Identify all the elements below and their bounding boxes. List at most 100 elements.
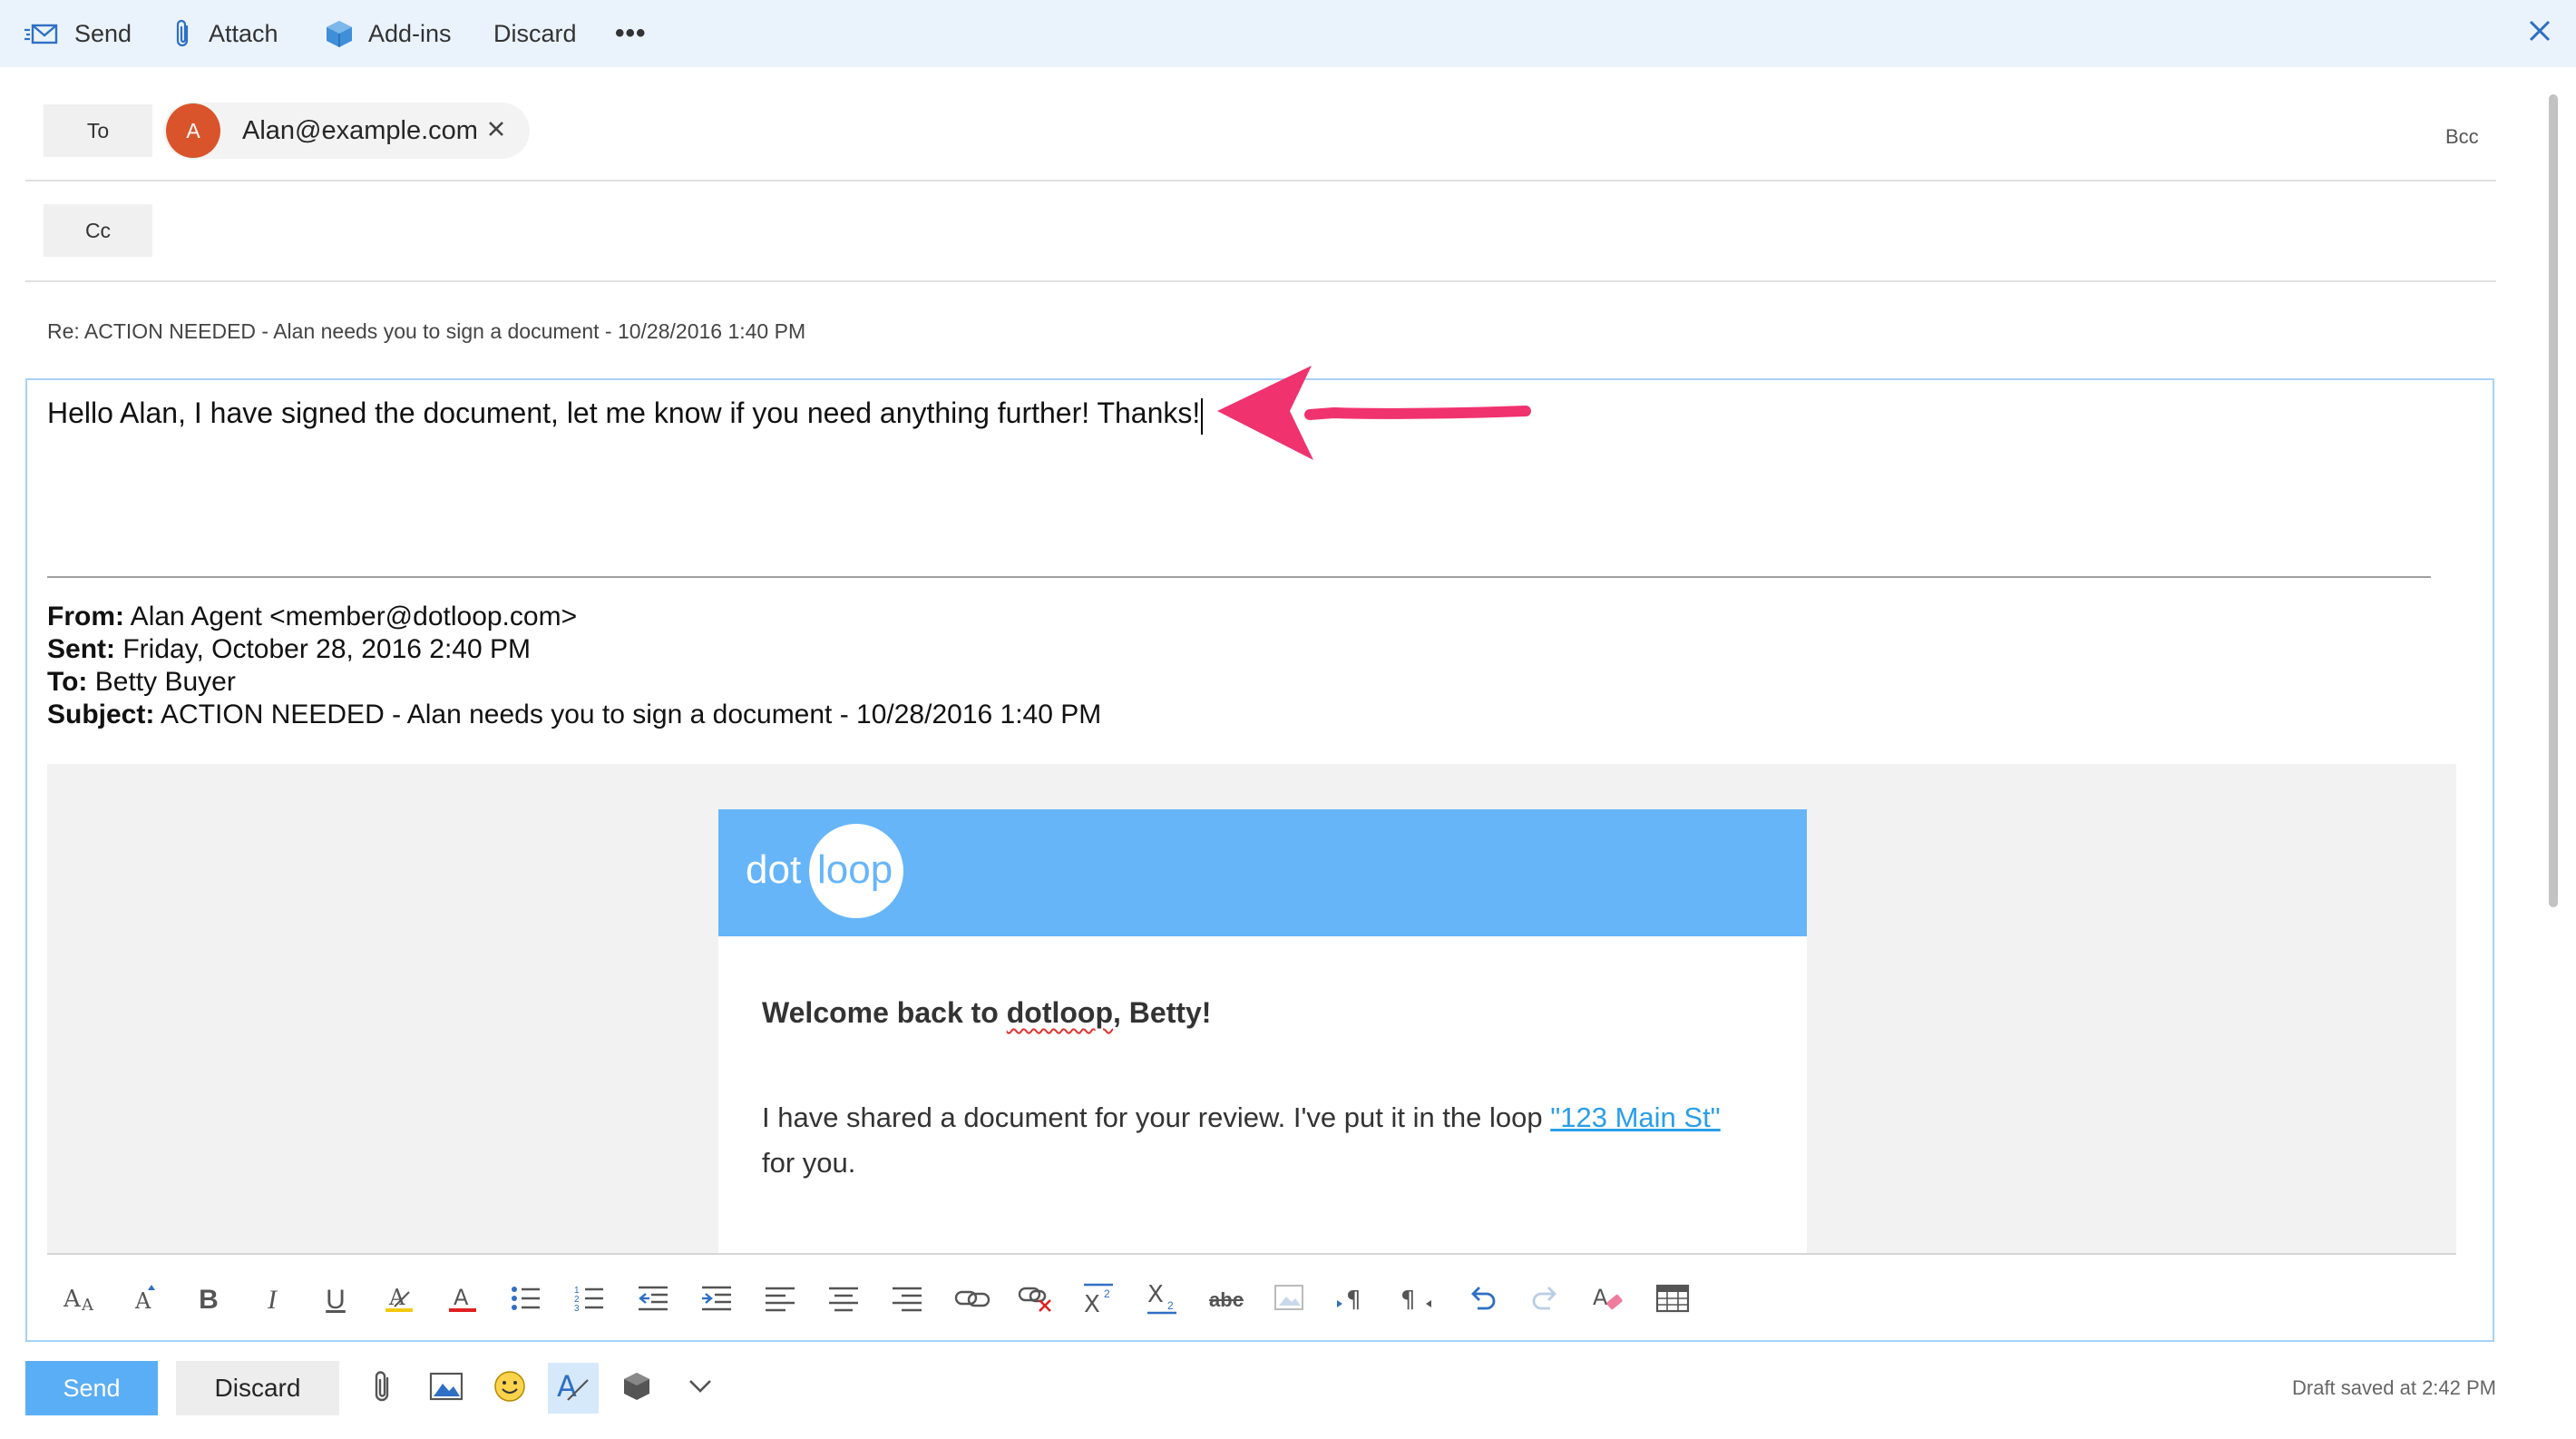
message-paragraph: I have shared a document for your review… (762, 1101, 1721, 1134)
addins-button[interactable] (611, 1363, 662, 1414)
paragraph-text: I have shared a document for your review… (762, 1101, 1551, 1133)
insert-table-button[interactable] (1649, 1277, 1696, 1324)
subject-header-label: Subject: (47, 700, 155, 729)
bold-icon: B (199, 1285, 219, 1315)
send-button-label: Send (63, 1374, 121, 1402)
clear-formatting-button[interactable]: A (1586, 1277, 1633, 1324)
dotloop-header-banner: dot loop (718, 809, 1807, 936)
redo-icon (1530, 1285, 1561, 1317)
chevron-down-icon (688, 1379, 712, 1398)
close-icon (2529, 20, 2551, 46)
clear-formatting-icon: A (1591, 1283, 1627, 1318)
discard-command-label: Discard (493, 19, 577, 47)
to-header-value: Betty Buyer (87, 667, 236, 697)
insert-table-icon (1655, 1284, 1690, 1317)
numbering-button[interactable]: 123 (566, 1277, 613, 1324)
align-center-icon (827, 1285, 860, 1317)
superscript-button[interactable]: X2 (1076, 1277, 1123, 1324)
decrease-indent-icon (637, 1284, 669, 1317)
addins-command-label: Add-ins (368, 19, 452, 47)
rtl-button[interactable]: ¶ (1393, 1277, 1440, 1324)
discard-button-label: Discard (214, 1374, 301, 1402)
svg-text:2: 2 (1167, 1299, 1174, 1312)
underline-icon: U (326, 1285, 346, 1315)
typed-reply-text: Hello Alan, I have signed the document, … (47, 396, 1201, 429)
picture-icon (429, 1372, 463, 1405)
format-text-button[interactable]: A (548, 1363, 599, 1414)
cc-label: Cc (84, 218, 112, 242)
grow-font-button[interactable]: A (123, 1277, 171, 1324)
to-button[interactable]: To (44, 104, 152, 157)
more-options-button[interactable]: ••• (615, 0, 647, 67)
svg-text:X: X (1084, 1291, 1100, 1314)
numbering-icon: 123 (574, 1284, 605, 1317)
align-left-button[interactable] (756, 1277, 804, 1324)
bold-button[interactable]: B (185, 1277, 232, 1324)
subject-field[interactable]: Re: ACTION NEEDED - Alan needs you to si… (47, 319, 805, 344)
superscript-icon: X2 (1082, 1283, 1117, 1318)
send-command-label: Send (74, 19, 132, 47)
insert-link-icon (954, 1286, 990, 1316)
highlight-button[interactable]: A (376, 1277, 423, 1324)
align-right-button[interactable] (883, 1277, 931, 1324)
bullets-button[interactable] (503, 1277, 550, 1324)
remove-recipient-button[interactable] (483, 117, 510, 144)
svg-text:A: A (1593, 1285, 1608, 1310)
font-color-button[interactable]: A (439, 1277, 486, 1324)
svg-text:A: A (134, 1288, 151, 1314)
draft-status: Draft saved at 2:42 PM (2292, 1376, 2496, 1399)
undo-button[interactable] (1459, 1277, 1506, 1324)
insert-inline-image-button[interactable] (1266, 1277, 1313, 1324)
addins-command[interactable]: Add-ins (325, 0, 452, 67)
close-button[interactable] (2516, 9, 2563, 56)
addins-icon (621, 1371, 652, 1406)
recipient-chip[interactable]: A Alan@example.com (163, 103, 530, 159)
paperclip-icon (371, 1369, 395, 1408)
svg-text:¶: ¶ (1400, 1287, 1416, 1313)
message-body-editor[interactable]: Hello Alan, I have signed the document, … (25, 378, 2494, 1342)
emoji-button[interactable] (484, 1363, 535, 1414)
divider (25, 180, 2496, 181)
svg-text:A: A (557, 1369, 577, 1404)
cc-button[interactable]: Cc (44, 204, 152, 257)
bcc-link[interactable]: Bcc (2445, 125, 2479, 149)
remove-link-button[interactable] (1012, 1277, 1059, 1324)
paragraph-text-continued: for you. (762, 1147, 856, 1179)
quoted-subject-line: Subject: ACTION NEEDED - Alan needs you … (47, 700, 1101, 730)
attach-command[interactable]: Attach (172, 0, 278, 67)
font-size-button[interactable]: AA (58, 1277, 105, 1324)
discard-command[interactable]: Discard (493, 0, 577, 67)
scrollbar-thumb[interactable] (2549, 94, 2558, 907)
svg-text:A: A (63, 1286, 82, 1313)
strikethrough-button[interactable]: abc (1203, 1277, 1250, 1324)
insert-picture-button[interactable] (421, 1363, 472, 1414)
annotation-arrow (1217, 366, 1531, 460)
discard-button[interactable]: Discard (176, 1361, 339, 1415)
align-center-button[interactable] (820, 1277, 867, 1324)
ltr-button[interactable]: ¶ (1330, 1277, 1377, 1324)
align-left-icon (764, 1285, 796, 1317)
insert-link-button[interactable] (949, 1277, 996, 1324)
to-header-label: To: (47, 667, 88, 697)
loop-link[interactable]: "123 Main St" (1550, 1101, 1720, 1133)
attach-button[interactable] (357, 1363, 408, 1414)
send-button[interactable]: Send (25, 1361, 158, 1415)
text-cursor (1201, 398, 1203, 435)
rtl-icon: ¶ (1399, 1284, 1435, 1317)
welcome-heading: Welcome back to dotloop, Betty! (762, 996, 1211, 1030)
increase-indent-button[interactable] (693, 1277, 740, 1324)
highlight-icon: A (384, 1283, 415, 1318)
redo-button[interactable] (1522, 1277, 1569, 1324)
insert-image-inline-icon (1273, 1284, 1306, 1317)
more-actions-button[interactable] (675, 1363, 726, 1414)
quoted-from-line: From: Alan Agent <member@dotloop.com> (47, 602, 577, 632)
italic-button[interactable]: I (249, 1277, 296, 1324)
svg-text:¶: ¶ (1346, 1287, 1361, 1313)
font-size-icon: AA (63, 1283, 100, 1318)
subscript-button[interactable]: X2 (1139, 1277, 1186, 1324)
recipient-email: Alan@example.com (242, 115, 478, 145)
underline-button[interactable]: U (312, 1277, 359, 1324)
send-command[interactable]: Send (24, 0, 132, 67)
welcome-prefix: Welcome back to (762, 996, 1007, 1029)
decrease-indent-button[interactable] (629, 1277, 677, 1324)
